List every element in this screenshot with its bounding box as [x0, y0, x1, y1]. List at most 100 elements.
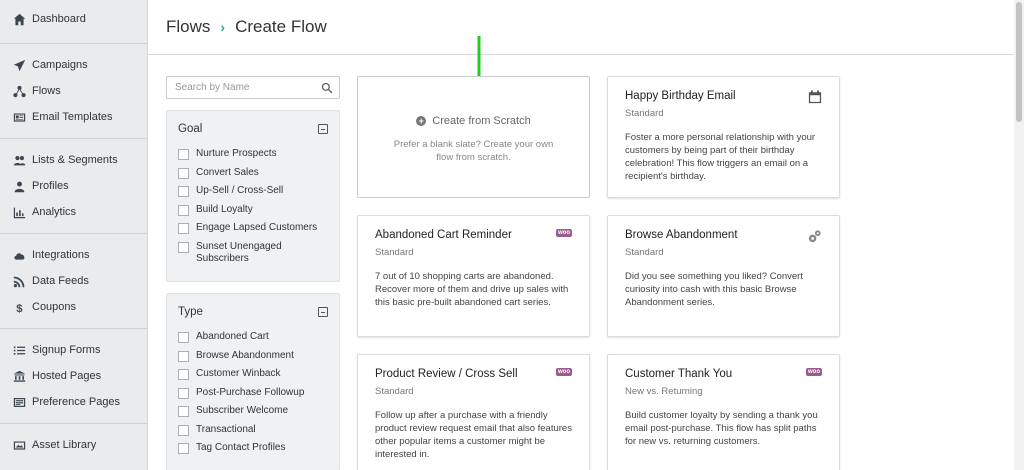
- scratch-title: Create from Scratch: [432, 115, 531, 127]
- card-description: Foster a more personal relationship with…: [625, 132, 816, 182]
- sidebar-item-label: Preference Pages: [32, 396, 121, 408]
- sidebar-item-label: Signup Forms: [32, 344, 101, 356]
- plus-circle-icon: +: [416, 116, 427, 126]
- rss-icon: [12, 274, 26, 288]
- goal-option[interactable]: Convert Sales: [178, 167, 328, 180]
- checkbox-label: Customer Winback: [196, 368, 281, 379]
- search-box: [166, 76, 340, 99]
- checkbox-label: Browse Abandonment: [196, 349, 294, 361]
- nav-group-main: Dashboard: [0, 0, 147, 44]
- checkbox[interactable]: [178, 167, 189, 179]
- flow-card-happy-birthday[interactable]: Happy Birthday Email Standard Foster a m…: [607, 76, 840, 198]
- collapse-icon[interactable]: [318, 307, 328, 317]
- sidebar-item-integrations[interactable]: Integrations: [0, 242, 147, 268]
- checkbox[interactable]: [178, 406, 189, 417]
- sidebar-item-data-feeds[interactable]: Data Feeds: [0, 268, 147, 294]
- sidebar-item-label: Hosted Pages: [32, 370, 102, 382]
- sidebar-item-label: Analytics: [32, 206, 77, 218]
- type-filter-panel: Type Abandoned Cart Browse Abandonment C…: [166, 293, 340, 470]
- flow-card-product-review[interactable]: Product Review / Cross Sell Standard Fol…: [357, 354, 590, 470]
- flow-card-abandoned-cart[interactable]: Abandoned Cart Reminder Standard 7 out o…: [357, 215, 590, 337]
- sidebar-item-asset-library[interactable]: Asset Library: [0, 432, 147, 458]
- collapse-icon[interactable]: [318, 124, 328, 134]
- create-from-scratch-button[interactable]: + Create from Scratch: [416, 115, 531, 127]
- svg-text:$: $: [16, 302, 23, 313]
- sidebar-item-email-templates[interactable]: Email Templates: [0, 104, 147, 130]
- goal-panel-header: Goal: [178, 123, 328, 135]
- sidebar-item-hosted-pages[interactable]: Hosted Pages: [0, 363, 147, 389]
- checkbox-label: Post-Purchase Followup: [196, 386, 305, 398]
- nav-group-forms: Signup Forms Hosted Pages Preference Pag…: [0, 329, 147, 424]
- card-subtitle: Standard: [375, 386, 414, 397]
- calendar-icon: [808, 90, 822, 104]
- vertical-scrollbar[interactable]: [1014, 0, 1024, 470]
- bar-chart-icon: [12, 205, 26, 219]
- checkbox[interactable]: [178, 350, 189, 362]
- card-subtitle: New vs. Returning: [625, 386, 703, 397]
- type-option[interactable]: Subscriber Welcome: [178, 405, 328, 418]
- paper-plane-icon: [12, 58, 26, 72]
- nav-group-assets: Asset Library: [0, 424, 147, 466]
- create-from-scratch-card[interactable]: + Create from Scratch Prefer a blank sla…: [357, 76, 590, 198]
- checkbox[interactable]: [178, 332, 189, 343]
- sidebar-item-lists-segments[interactable]: Lists & Segments: [0, 147, 147, 173]
- bank-icon: [12, 369, 26, 383]
- goal-option[interactable]: Build Loyalty: [178, 204, 328, 217]
- sidebar-item-label: Asset Library: [32, 439, 97, 451]
- type-option[interactable]: Transactional: [178, 424, 328, 437]
- email-template-icon: [12, 110, 26, 124]
- goal-option[interactable]: Up-Sell / Cross-Sell: [178, 185, 328, 198]
- type-option[interactable]: Browse Abandonment: [178, 350, 328, 363]
- sidebar-item-label: Lists & Segments: [32, 154, 118, 166]
- sidebar-item-label: Dashboard: [32, 13, 86, 25]
- sidebar-item-coupons[interactable]: $ Coupons: [0, 294, 147, 320]
- goal-option[interactable]: Engage Lapsed Customers: [178, 222, 328, 235]
- flow-card-customer-thank-you[interactable]: Customer Thank You New vs. Returning Bui…: [607, 354, 840, 470]
- checkbox[interactable]: [178, 223, 189, 234]
- sidebar-item-dashboard[interactable]: Dashboard: [0, 6, 147, 32]
- checkbox[interactable]: [178, 149, 189, 160]
- checkbox[interactable]: [178, 443, 189, 454]
- goal-option[interactable]: Sunset Unengaged Subscribers: [178, 241, 328, 266]
- checkbox[interactable]: [178, 186, 189, 197]
- breadcrumb-flows[interactable]: Flows: [166, 17, 210, 37]
- search-input[interactable]: [167, 82, 317, 93]
- checkbox[interactable]: [178, 387, 189, 399]
- nav-group-marketing: Campaigns Flows Email Templates: [0, 44, 147, 139]
- card-subtitle: Standard: [625, 247, 664, 258]
- checkbox-label: Abandoned Cart: [196, 331, 269, 342]
- sidebar-item-preference-pages[interactable]: Preference Pages: [0, 389, 147, 415]
- card-description: Build customer loyalty by sending a than…: [625, 410, 818, 447]
- nav-group-data: Integrations Data Feeds $ Coupons: [0, 234, 147, 329]
- page-title: Create Flow: [235, 17, 327, 36]
- gears-icon: [808, 230, 821, 243]
- card-subtitle: Standard: [625, 108, 664, 119]
- type-option[interactable]: Abandoned Cart: [178, 331, 328, 344]
- sidebar-item-label: Profiles: [32, 180, 69, 192]
- type-option[interactable]: Customer Winback: [178, 368, 328, 381]
- sidebar-item-campaigns[interactable]: Campaigns: [0, 52, 147, 78]
- card-title: Happy Birthday Email: [625, 90, 736, 102]
- sidebar-item-flows[interactable]: Flows: [0, 78, 147, 104]
- checkbox-label: Build Loyalty: [196, 203, 253, 215]
- type-option[interactable]: Tag Contact Profiles: [178, 442, 328, 455]
- checkbox[interactable]: [178, 241, 189, 253]
- card-description: Follow up after a purchase with a friend…: [375, 410, 572, 460]
- goal-option[interactable]: Nurture Prospects: [178, 148, 328, 161]
- sidebar-item-profiles[interactable]: Profiles: [0, 173, 147, 199]
- card-title: Browse Abandonment: [625, 229, 738, 241]
- flow-card-browse-abandonment[interactable]: Browse Abandonment Standard Did you see …: [607, 215, 840, 337]
- sidebar-item-analytics[interactable]: Analytics: [0, 199, 147, 225]
- image-icon: [12, 438, 26, 452]
- checkbox[interactable]: [178, 424, 189, 436]
- sidebar-item-signup-forms[interactable]: Signup Forms: [0, 337, 147, 363]
- sidebar-item-label: Email Templates: [32, 111, 113, 123]
- nav-group-audience: Lists & Segments Profiles Analytics: [0, 139, 147, 234]
- search-icon[interactable]: [321, 82, 333, 94]
- card-title: Product Review / Cross Sell: [375, 368, 518, 380]
- type-option[interactable]: Post-Purchase Followup: [178, 387, 328, 400]
- checkbox[interactable]: [178, 204, 189, 216]
- checkbox[interactable]: [178, 369, 189, 380]
- checkbox-label: Subscriber Welcome: [196, 405, 289, 416]
- scrollbar-thumb[interactable]: [1016, 2, 1022, 122]
